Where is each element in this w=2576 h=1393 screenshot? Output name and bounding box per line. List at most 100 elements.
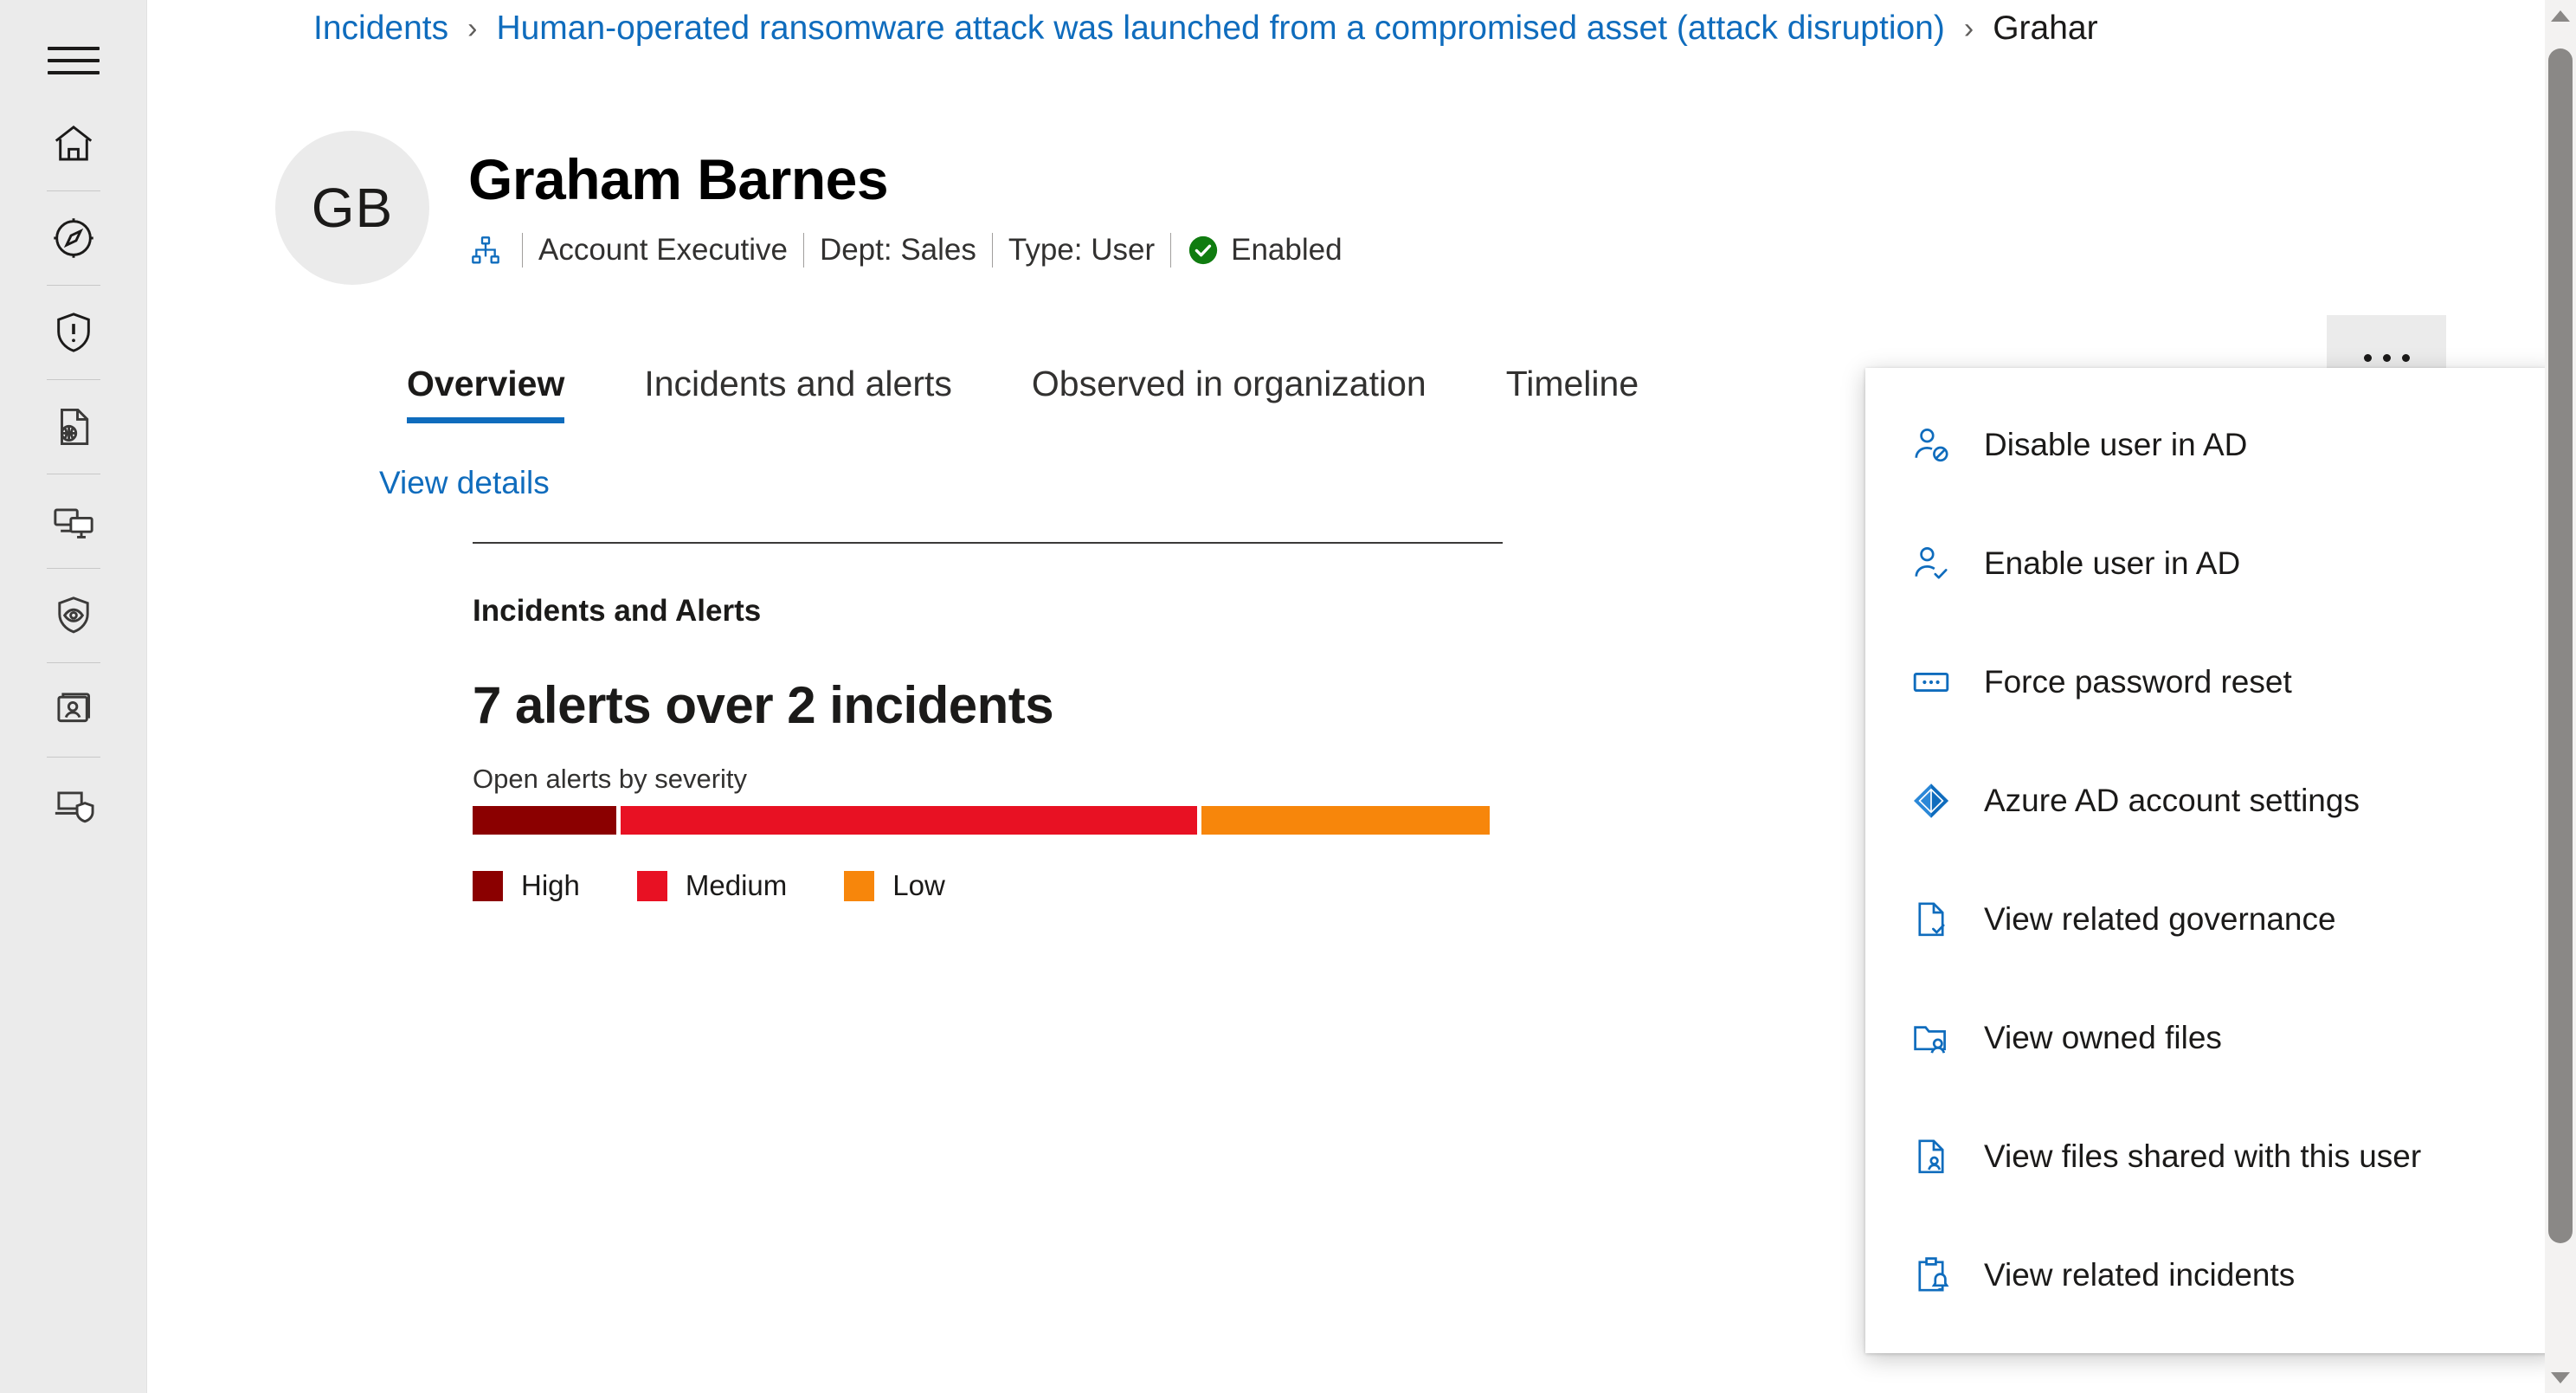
page-title: Graham Barnes [468, 147, 889, 211]
laptop-shield-icon [50, 781, 97, 828]
section-divider [473, 542, 1503, 544]
sidebar-item-threat-analytics[interactable] [0, 574, 147, 657]
rail-divider [46, 757, 100, 758]
menu-item-view-related-governance[interactable]: View related governance [1865, 860, 2558, 978]
rail-divider [46, 379, 100, 380]
meta-job-title: Account Executive [538, 232, 788, 267]
menu-item-label: View related incidents [1984, 1256, 2296, 1293]
breadcrumb-separator: › [467, 11, 478, 45]
clipboard-alert-icon [1907, 1254, 1955, 1296]
legend-swatch-medium [636, 870, 667, 901]
menu-item-label: View owned files [1984, 1019, 2222, 1055]
chevron-up-icon [2551, 10, 2570, 22]
compass-icon [50, 215, 97, 261]
status-badge: Enabled [1187, 232, 1343, 268]
hamburger-menu-button[interactable] [0, 19, 147, 102]
legend-item-high: High [473, 869, 580, 902]
profile-meta-row: Account Executive Dept: Sales Type: User [468, 232, 1343, 268]
menu-item-label: Enable user in AD [1984, 545, 2241, 581]
folder-person-icon [1907, 1017, 1955, 1059]
profile-header: GB Graham Barnes Account Executive Dept:… [147, 57, 2576, 400]
profile-details: Graham Barnes Account Executive Dept: Sa [468, 131, 1343, 268]
app-root: Incidents › Human-operated ransomware at… [0, 0, 2576, 1393]
severity-segment-high[interactable] [473, 806, 617, 835]
person-prohibited-icon [1907, 424, 1955, 466]
meta-department: Dept: Sales [819, 232, 976, 267]
left-nav-rail [0, 0, 147, 1393]
person-check-icon [1907, 543, 1955, 584]
shield-eye-icon [50, 592, 97, 639]
vertical-scrollbar[interactable] [2545, 0, 2576, 1393]
meta-divider [802, 232, 804, 268]
severity-stacked-bar [473, 806, 1490, 835]
legend-label-low: Low [892, 869, 945, 901]
menu-item-label: Disable user in AD [1984, 426, 2248, 462]
menu-item-view-files-shared-with-this-user[interactable]: View files shared with this user [1865, 1097, 2558, 1216]
content-area: Incidents › Human-operated ransomware at… [147, 0, 2576, 1393]
document-person-icon [1907, 1136, 1955, 1177]
meta-divider [522, 232, 523, 268]
sidebar-item-incidents-alerts[interactable] [0, 197, 147, 280]
legend-label-high: High [521, 869, 580, 901]
sidebar-item-identities[interactable] [0, 668, 147, 751]
legend-swatch-high [473, 870, 503, 901]
home-icon [50, 120, 97, 167]
password-field-icon [1907, 661, 1955, 703]
devices-icon [50, 498, 97, 545]
meta-divider [991, 232, 993, 268]
menu-item-view-related-incidents[interactable]: View related incidents [1865, 1216, 2558, 1334]
more-actions-menu: Disable user in AD Enable user in AD For… [1865, 368, 2558, 1353]
document-check-icon [1907, 899, 1955, 940]
scroll-down-button[interactable] [2545, 1362, 2576, 1393]
check-circle-icon [1187, 234, 1220, 267]
sidebar-item-endpoints[interactable] [0, 763, 147, 846]
menu-item-enable-user-in-ad[interactable]: Enable user in AD [1865, 504, 2558, 622]
azure-ad-icon [1907, 780, 1955, 822]
rail-divider [46, 285, 100, 286]
menu-item-view-owned-files[interactable]: View owned files [1865, 978, 2558, 1097]
legend-item-low: Low [844, 869, 945, 902]
scrollbar-thumb[interactable] [2548, 48, 2573, 1243]
menu-item-force-password-reset[interactable]: Force password reset [1865, 622, 2558, 741]
view-details-link[interactable]: View details [379, 465, 550, 501]
breadcrumb-item-user: Grahar [1993, 10, 2098, 47]
tab-overview[interactable]: Overview [407, 364, 565, 423]
legend-swatch-low [844, 870, 875, 901]
breadcrumb-separator: › [1963, 11, 1974, 45]
status-label: Enabled [1231, 232, 1343, 267]
legend-item-medium: Medium [636, 869, 788, 902]
menu-item-label: Azure AD account settings [1984, 782, 2360, 818]
sidebar-item-hunting[interactable] [0, 291, 147, 374]
hamburger-icon [47, 43, 100, 78]
menu-item-label: View files shared with this user [1984, 1138, 2422, 1174]
shield-alert-icon [50, 309, 97, 356]
meta-type: Type: User [1008, 232, 1156, 267]
breadcrumb-item-incident[interactable]: Human-operated ransomware attack was lau… [496, 10, 1944, 48]
org-hierarchy-icon[interactable] [468, 233, 503, 268]
sidebar-item-home[interactable] [0, 102, 147, 185]
breadcrumb-item-incidents[interactable]: Incidents [313, 10, 448, 48]
sidebar-item-actions-submissions[interactable] [0, 385, 147, 468]
rail-divider [46, 662, 100, 663]
contact-card-icon [50, 687, 97, 733]
sidebar-item-assets-devices[interactable] [0, 480, 147, 563]
menu-item-label: Force password reset [1984, 663, 2292, 700]
avatar: GB [275, 131, 429, 285]
scroll-up-button[interactable] [2545, 0, 2576, 31]
tab-timeline[interactable]: Timeline [1506, 364, 1639, 423]
menu-item-disable-user-in-ad[interactable]: Disable user in AD [1865, 385, 2558, 504]
meta-divider [1170, 232, 1172, 268]
menu-item-label: View related governance [1984, 900, 2336, 937]
rail-divider [46, 568, 100, 569]
rail-divider [46, 190, 100, 191]
breadcrumb: Incidents › Human-operated ransomware at… [147, 0, 2576, 57]
ellipsis-icon [2363, 353, 2410, 362]
severity-segment-low[interactable] [1201, 806, 1490, 835]
severity-segment-medium[interactable] [621, 806, 1198, 835]
tab-incidents-and-alerts[interactable]: Incidents and alerts [644, 364, 952, 423]
chevron-down-icon [2551, 1371, 2570, 1383]
legend-label-medium: Medium [685, 869, 788, 901]
tab-observed-in-organization[interactable]: Observed in organization [1032, 364, 1426, 423]
document-analytics-icon [50, 403, 97, 450]
menu-item-azure-ad-account-settings[interactable]: Azure AD account settings [1865, 741, 2558, 860]
